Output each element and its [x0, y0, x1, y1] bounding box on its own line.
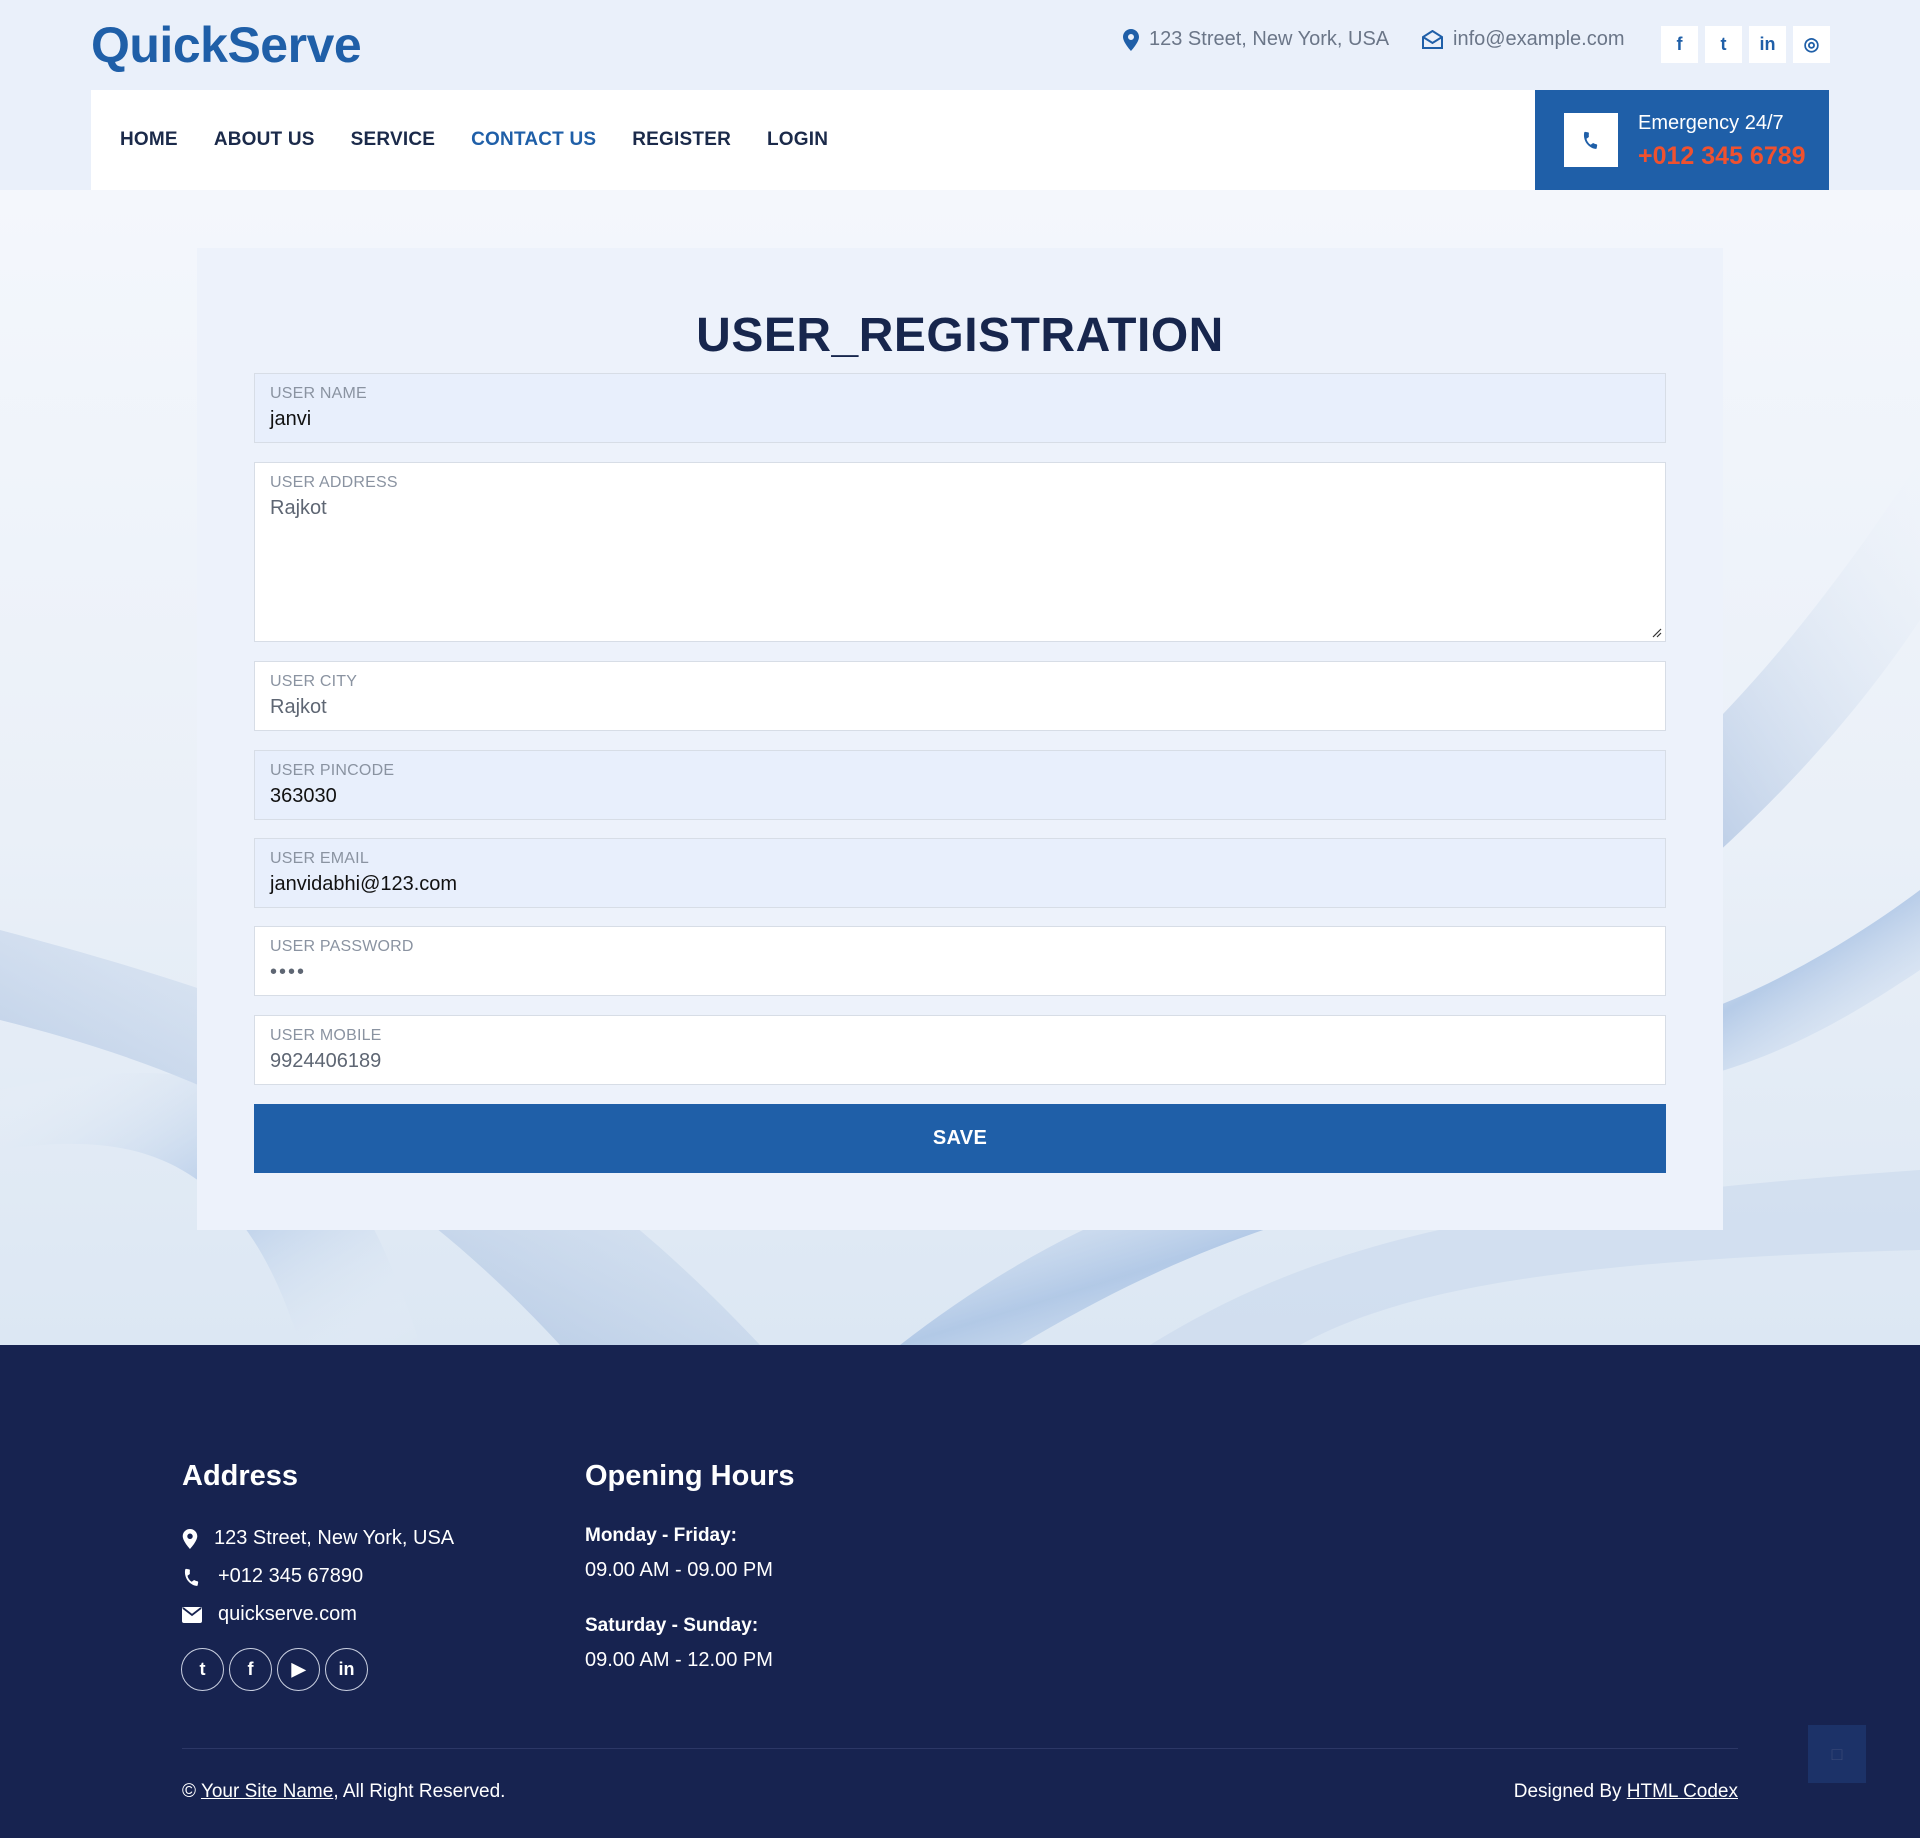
user-email-input[interactable]: janvidabhi@123.com [270, 873, 457, 896]
user-email-label: USER EMAIL [270, 850, 369, 867]
footer-website-text[interactable]: quickserve.com [218, 1603, 357, 1626]
emergency-label: Emergency 24/7 [1638, 112, 1784, 134]
top-social-links: f t in ◎ [1661, 26, 1830, 63]
footer-social-links: t f ▶ in [181, 1648, 368, 1691]
main-navbar: HOME ABOUT US SERVICE CONTACT US REGISTE… [91, 90, 1829, 190]
footer-divider [182, 1748, 1738, 1749]
user-city-input[interactable]: Rajkot [270, 696, 327, 719]
footer-address-text: 123 Street, New York, USA [214, 1527, 455, 1549]
instagram-icon[interactable]: ◎ [1793, 26, 1830, 63]
designed-by-text: Designed By [1513, 1781, 1622, 1802]
designer-link[interactable]: HTML Codex [1627, 1781, 1738, 1802]
user-pincode-input[interactable]: 363030 [270, 785, 337, 808]
save-button[interactable]: SAVE [254, 1104, 1666, 1173]
linkedin-icon[interactable]: in [325, 1648, 368, 1691]
weekend-label: Saturday - Sunday: [585, 1615, 759, 1636]
user-name-field[interactable]: USER NAME janvi [254, 373, 1666, 443]
site-logo[interactable]: QuickServe [91, 16, 362, 74]
user-address-label: USER ADDRESS [270, 474, 398, 491]
youtube-icon[interactable]: ▶ [277, 1648, 320, 1691]
nav-about-us[interactable]: ABOUT US [214, 129, 315, 151]
user-pincode-label: USER PINCODE [270, 762, 395, 779]
weekday-hours: 09.00 AM - 09.00 PM [585, 1559, 773, 1581]
user-address-input[interactable]: Rajkot [270, 497, 327, 520]
nav-menu: HOME ABOUT US SERVICE CONTACT US REGISTE… [120, 90, 828, 190]
user-mobile-input[interactable]: 9924406189 [270, 1050, 381, 1073]
resize-handle-icon[interactable] [1652, 628, 1662, 638]
nav-login[interactable]: LOGIN [767, 129, 828, 151]
phone-icon-box [1564, 113, 1618, 167]
user-password-field[interactable]: USER PASSWORD •••• [254, 926, 1666, 996]
emergency-phone[interactable]: +012 345 6789 [1638, 142, 1806, 171]
phone-icon [1583, 131, 1598, 149]
footer-phone: +012 345 67890 [182, 1565, 363, 1588]
top-bar: QuickServe 123 Street, New York, USA inf… [0, 0, 1920, 190]
facebook-icon[interactable]: f [1661, 26, 1698, 63]
nav-service[interactable]: SERVICE [351, 129, 435, 151]
weekend-hours: 09.00 AM - 12.00 PM [585, 1649, 773, 1671]
user-name-input[interactable]: janvi [270, 408, 311, 431]
top-email-text[interactable]: info@example.com [1453, 28, 1624, 51]
footer-hours-title: Opening Hours [585, 1460, 795, 1492]
linkedin-icon[interactable]: in [1749, 26, 1786, 63]
top-address: 123 Street, New York, USA [1123, 28, 1389, 51]
footer-address: 123 Street, New York, USA [182, 1527, 454, 1550]
user-name-label: USER NAME [270, 385, 367, 402]
user-password-input[interactable]: •••• [270, 961, 306, 984]
copyright-text: , All Right Reserved. [333, 1781, 506, 1802]
nav-register[interactable]: REGISTER [632, 129, 731, 151]
footer-phone-text[interactable]: +012 345 67890 [218, 1565, 363, 1588]
back-to-top-button[interactable]: □ [1808, 1725, 1866, 1783]
nav-home[interactable]: HOME [120, 129, 178, 151]
user-city-field[interactable]: USER CITY Rajkot [254, 661, 1666, 731]
footer-address-title: Address [182, 1460, 299, 1492]
designed-by: Designed By HTML Codex [1514, 1781, 1738, 1803]
site-footer: Address 123 Street, New York, USA +012 3… [0, 1345, 1920, 1838]
user-mobile-label: USER MOBILE [270, 1027, 382, 1044]
top-address-text: 123 Street, New York, USA [1149, 28, 1390, 50]
copyright: © Your Site Name, All Right Reserved. [182, 1781, 505, 1803]
user-email-field[interactable]: USER EMAIL janvidabhi@123.com [254, 838, 1666, 908]
facebook-icon[interactable]: f [229, 1648, 272, 1691]
page-title: USER_REGISTRATION [696, 309, 1224, 362]
arrow-up-icon: □ [1831, 1743, 1843, 1764]
footer-website: quickserve.com [182, 1603, 357, 1626]
envelope-icon [182, 1606, 202, 1623]
user-mobile-field[interactable]: USER MOBILE 9924406189 [254, 1015, 1666, 1085]
weekday-label: Monday - Friday: [585, 1525, 738, 1546]
map-pin-icon [182, 1528, 198, 1549]
user-password-label: USER PASSWORD [270, 938, 414, 955]
user-pincode-field[interactable]: USER PINCODE 363030 [254, 750, 1666, 820]
phone-icon [184, 1568, 199, 1586]
emergency-contact[interactable]: Emergency 24/7 +012 345 6789 [1535, 90, 1829, 190]
map-pin-icon [1123, 28, 1139, 51]
envelope-open-icon [1422, 30, 1443, 49]
nav-contact-us[interactable]: CONTACT US [471, 129, 596, 151]
twitter-icon[interactable]: t [1705, 26, 1742, 63]
user-city-label: USER CITY [270, 673, 358, 690]
user-address-field[interactable]: USER ADDRESS Rajkot [254, 462, 1666, 642]
twitter-icon[interactable]: t [181, 1648, 224, 1691]
top-email: info@example.com [1422, 28, 1624, 51]
site-name-link[interactable]: Your Site Name [201, 1781, 333, 1802]
copyright-symbol: © [182, 1781, 196, 1802]
